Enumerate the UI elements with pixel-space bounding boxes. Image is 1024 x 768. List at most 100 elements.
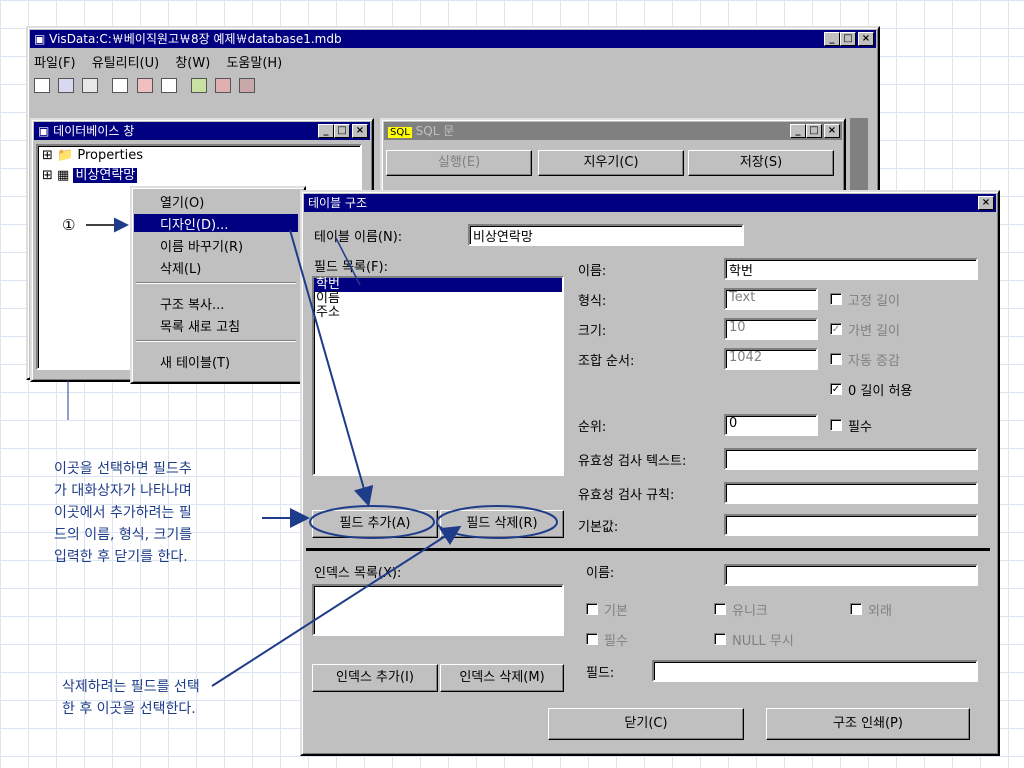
variable-length-checkbox[interactable]: ✓ [830,323,842,335]
size-field[interactable]: 10 [724,318,818,340]
dynaset-icon[interactable] [58,78,75,93]
table-icon[interactable] [34,78,50,93]
ignore-null-checkbox[interactable] [714,633,726,645]
grid-icon[interactable] [112,78,129,93]
foreign-checkbox[interactable] [850,603,862,615]
menu-refresh[interactable]: 목록 새로 고침 [160,316,240,335]
field-item-selected[interactable]: 학번 [314,278,562,292]
dialog-title-bar: 테이블 구조 × [304,194,996,212]
db-close-button[interactable]: × [352,124,368,138]
menu-file[interactable]: 파일(F) [34,56,76,71]
variable-length-label: 가변 길이 [848,324,900,339]
menu-help[interactable]: 도움말(H) [226,56,282,71]
db-title: 데이터베이스 창 [53,124,135,138]
clear-button[interactable]: 지우기(C) [538,150,684,176]
fixed-length-checkbox[interactable] [830,293,842,305]
unique-checkbox[interactable] [714,603,726,615]
sql-maximize-button[interactable]: □ [806,124,822,138]
sql-title-bar: SQL SQL 문 _ □ × [384,122,842,140]
field-item[interactable]: 주소 [314,306,562,320]
default-value-field[interactable] [724,514,978,536]
index-name-field[interactable] [724,564,978,586]
menu-design[interactable]: 디자인(D)... [160,214,228,233]
field-list-label: 필드 목록(F): [314,260,388,275]
required-checkbox[interactable] [830,419,842,431]
print-structure-button[interactable]: 구조 인쇄(P) [766,708,970,740]
table-node-icon: ▦ [57,168,70,183]
type-field[interactable]: Text [724,288,818,310]
validation-rule-label: 유효성 검사 규칙: [578,488,675,503]
table-name-field[interactable]: 비상연락망 [468,224,744,246]
menu-separator-2 [136,340,296,342]
menu-utility[interactable]: 유틸리티(U) [92,56,160,71]
auto-increment-checkbox[interactable] [830,353,842,365]
step-marker: ① [62,216,76,234]
datagrid-icon[interactable] [160,78,177,93]
validation-rule-field[interactable] [724,482,978,504]
index-list[interactable] [312,584,564,636]
commit-icon[interactable] [214,78,231,93]
index-list-label: 인덱스 목록(X): [314,566,402,581]
index-fields-label: 필드: [586,666,615,681]
collating-order-label: 조합 순서: [578,354,635,369]
menu-window[interactable]: 창(W) [175,56,210,71]
close-dialog-button[interactable]: 닫기(C) [548,708,744,740]
index-required-label: 필수 [604,634,628,649]
close-button[interactable]: × [858,32,874,46]
menu-separator [136,282,296,284]
index-fields-field[interactable] [652,660,978,682]
snapshot-icon[interactable] [82,78,99,93]
menu-rename[interactable]: 이름 바꾸기(R) [160,236,243,255]
primary-label: 기본 [604,604,628,619]
required-label: 필수 [848,420,872,435]
delete-index-button[interactable]: 인덱스 삭제(M) [440,664,564,692]
tree-item-properties[interactable]: ⊞ 📁 Properties [42,148,143,163]
transaction-icon[interactable] [190,78,207,93]
rollback-icon[interactable] [239,78,256,93]
sql-title: SQL 문 [415,124,455,138]
minimize-button[interactable]: _ [824,32,840,46]
add-field-button[interactable]: 필드 추가(A) [312,510,438,538]
table-name-label: 테이블 이름(N): [314,230,403,245]
auto-increment-label: 자동 증감 [848,354,900,369]
add-index-button[interactable]: 인덱스 추가(I) [312,664,438,692]
sql-close-button[interactable]: × [824,124,840,138]
form-icon[interactable] [136,78,153,93]
allow-zero-length-label: 0 길이 허용 [848,384,913,399]
primary-checkbox[interactable] [586,603,598,615]
field-list[interactable]: 학번 이름 주소 [312,276,564,476]
ordinal-field[interactable]: 0 [724,414,818,436]
context-menu: 열기(O) 디자인(D)... 이름 바꾸기(R) 삭제(L) 구조 복사...… [130,186,306,384]
menu-delete[interactable]: 삭제(L) [160,258,201,277]
size-label: 크기: [578,324,607,339]
name-field[interactable]: 학번 [724,258,978,280]
collating-order-field[interactable]: 1042 [724,348,818,370]
tree-item-table[interactable]: ⊞ ▦ 비상연락망 [42,164,138,183]
index-name-label: 이름: [586,566,615,581]
db-title-bar: ▣ 데이터베이스 창 _ □ × [34,122,370,140]
maximize-button[interactable]: □ [840,32,856,46]
annotation-add-field: 이곳을 선택하면 필드추 가 대화상자가 나타나며 이곳에서 추가하려는 필 드… [54,461,193,565]
db-icon: ▣ [38,124,54,138]
validation-text-field[interactable] [724,448,978,470]
dialog-close-icon[interactable]: × [978,196,994,210]
type-label: 형식: [578,294,607,309]
index-required-checkbox[interactable] [586,633,598,645]
delete-field-button[interactable]: 필드 삭제(R) [440,510,564,538]
db-maximize-button[interactable]: □ [334,124,350,138]
save-button[interactable]: 저장(S) [688,150,834,176]
menu-new-table[interactable]: 새 테이블(T) [160,352,230,371]
dialog-title: 테이블 구조 [308,196,368,210]
execute-button[interactable]: 실행(E) [386,150,532,176]
properties-icon: 📁 [57,148,74,163]
app-icon: ▣ [34,32,50,46]
default-value-label: 기본값: [578,520,619,535]
sql-minimize-button[interactable]: _ [790,124,806,138]
sql-icon: SQL [388,127,412,138]
field-item[interactable]: 이름 [314,292,562,306]
allow-zero-length-checkbox[interactable]: ✓ [830,383,842,395]
ignore-null-label: NULL 무시 [732,634,794,649]
db-minimize-button[interactable]: _ [318,124,334,138]
menu-copy-structure[interactable]: 구조 복사... [160,294,224,313]
menu-open[interactable]: 열기(O) [160,192,204,211]
